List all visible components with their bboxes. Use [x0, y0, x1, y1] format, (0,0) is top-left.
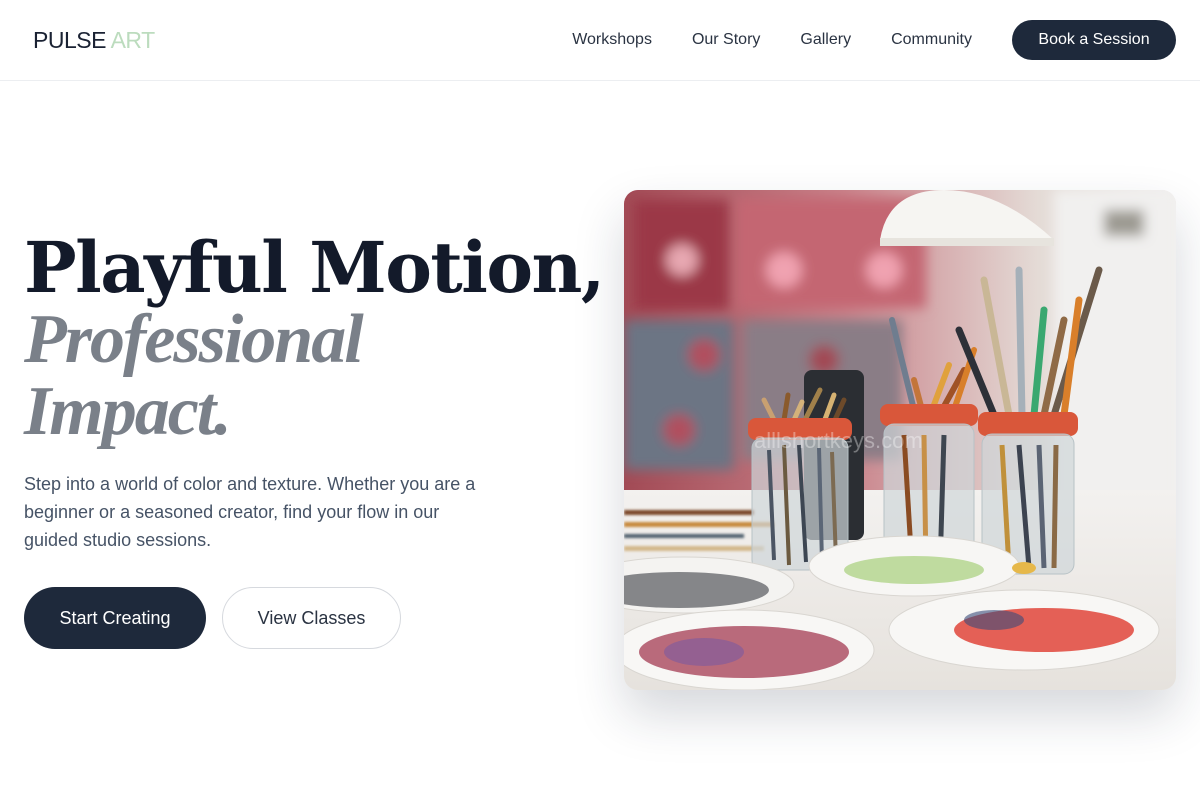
paint-studio-illustration: alllshortkeys.com: [624, 190, 1176, 690]
nav-item-gallery[interactable]: Gallery: [800, 31, 851, 49]
brand-logo[interactable]: PULSE ART: [33, 27, 155, 54]
headline-line-2: Professional: [24, 301, 364, 378]
site-header: PULSE ART Workshops Our Story Gallery Co…: [0, 0, 1200, 81]
nav-item-workshops[interactable]: Workshops: [572, 31, 652, 49]
book-session-button[interactable]: Book a Session: [1012, 20, 1176, 60]
view-classes-button[interactable]: View Classes: [222, 587, 401, 649]
brand-word-accent: ART: [110, 27, 156, 53]
nav-item-our-story[interactable]: Our Story: [692, 31, 760, 49]
image-watermark: alllshortkeys.com: [754, 428, 923, 453]
hero-headline: Playful Motion, Professional Impact.: [24, 226, 605, 450]
headline-line-1: Playful Motion,: [24, 226, 605, 309]
main-nav: Workshops Our Story Gallery Community Bo…: [572, 20, 1176, 60]
nav-item-community[interactable]: Community: [891, 31, 972, 49]
hero-description: Step into a world of color and texture. …: [24, 474, 476, 550]
start-creating-button[interactable]: Start Creating: [24, 587, 206, 649]
brand-word-primary: PULSE: [33, 27, 106, 53]
hero-image: alllshortkeys.com: [624, 190, 1176, 690]
headline-line-3: Impact.: [24, 373, 232, 450]
